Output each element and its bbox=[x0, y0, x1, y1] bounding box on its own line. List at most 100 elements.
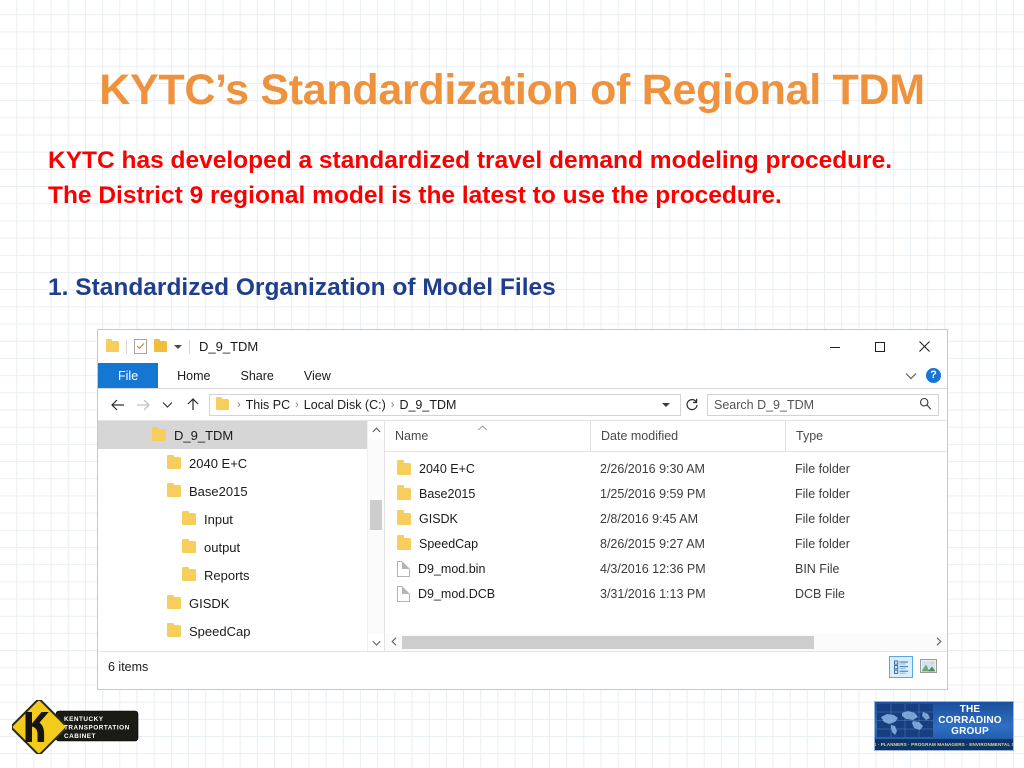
window-title: D_9_TDM bbox=[199, 339, 259, 354]
table-row[interactable]: Base2015 1/25/2016 9:59 PM File folder bbox=[385, 481, 947, 506]
properties-icon[interactable] bbox=[134, 339, 147, 354]
tree-item-label: 2040 E+C bbox=[189, 455, 248, 471]
breadcrumb-current-folder[interactable]: D_9_TDM bbox=[399, 398, 456, 412]
item-count-label: 6 items bbox=[108, 659, 149, 674]
file-name-cell: D9_mod.DCB bbox=[385, 585, 590, 602]
page-title: KYTC’s Standardization of Regional TDM bbox=[99, 66, 925, 114]
kytc-logo: KENTUCKY TRANSPORTATION CABINET bbox=[10, 698, 140, 756]
file-name-label: D9_mod.DCB bbox=[418, 586, 496, 601]
tree-item-label: Input bbox=[204, 511, 233, 527]
chevron-down-icon[interactable] bbox=[174, 344, 182, 349]
minimize-button[interactable] bbox=[812, 330, 857, 363]
scroll-right-icon[interactable] bbox=[930, 637, 947, 648]
back-button[interactable] bbox=[106, 393, 129, 416]
folder-icon bbox=[397, 460, 411, 475]
expand-ribbon-chevron-icon[interactable] bbox=[905, 369, 917, 383]
tree-item-label: D_9_TDM bbox=[174, 427, 234, 443]
file-date-cell: 2/8/2016 9:45 AM bbox=[600, 511, 698, 526]
file-date-cell: 2/26/2016 9:30 AM bbox=[600, 461, 705, 476]
address-bar[interactable]: › This PC › Local Disk (C:) › D_9_TDM bbox=[209, 393, 681, 416]
tree-item-gisdk[interactable]: GISDK bbox=[98, 589, 384, 617]
file-name-cell: SpeedCap bbox=[385, 535, 590, 551]
close-button[interactable] bbox=[902, 330, 947, 363]
tab-share[interactable]: Share bbox=[226, 363, 289, 388]
table-row[interactable]: D9_mod.DCB 3/31/2016 1:13 PM DCB File bbox=[385, 581, 947, 606]
kytc-line3: CABINET bbox=[64, 733, 96, 740]
tree-item-label: SpeedCap bbox=[189, 623, 251, 639]
toolbar-divider bbox=[126, 339, 127, 354]
sort-ascending-icon bbox=[477, 423, 488, 433]
up-button[interactable] bbox=[181, 393, 204, 416]
tree-item-reports[interactable]: Reports bbox=[98, 561, 384, 589]
table-row[interactable]: SpeedCap 8/26/2015 9:27 AM File folder bbox=[385, 531, 947, 556]
table-row[interactable]: GISDK 2/8/2016 9:45 AM File folder bbox=[385, 506, 947, 531]
scroll-left-icon[interactable] bbox=[385, 637, 402, 648]
body-paragraph: KYTC has developed a standardized travel… bbox=[48, 147, 893, 209]
column-header-type[interactable]: Type bbox=[785, 421, 947, 451]
folder-icon bbox=[397, 535, 411, 550]
tab-file[interactable]: File bbox=[98, 363, 159, 388]
forward-button[interactable] bbox=[131, 393, 154, 416]
file-name-cell: GISDK bbox=[385, 510, 590, 526]
corradino-wordmark: THE CORRADINO GROUP bbox=[931, 704, 1009, 737]
help-icon[interactable]: ? bbox=[926, 368, 941, 383]
tree-item-label: output bbox=[204, 539, 241, 555]
details-view-button[interactable] bbox=[889, 656, 913, 678]
breadcrumb-local-disk[interactable]: Local Disk (C:) bbox=[304, 398, 386, 412]
file-type-cell: File folder bbox=[795, 511, 850, 526]
file-type-cell: File folder bbox=[795, 486, 850, 501]
view-mode-buttons bbox=[889, 656, 939, 678]
folder-icon bbox=[167, 482, 181, 497]
column-header-name[interactable]: Name bbox=[385, 421, 590, 451]
ribbon-right-controls: ? bbox=[905, 363, 941, 388]
tree-item-base2015[interactable]: Base2015 bbox=[98, 477, 384, 505]
scrollbar-track[interactable] bbox=[368, 438, 384, 634]
file-list-horizontal-scrollbar[interactable] bbox=[385, 634, 947, 651]
breadcrumb[interactable]: › This PC › Local Disk (C:) › D_9_TDM bbox=[235, 398, 662, 412]
search-icon[interactable] bbox=[919, 397, 932, 413]
address-dropdown-icon[interactable] bbox=[662, 402, 670, 407]
tree-item-2040-ec[interactable]: 2040 E+C bbox=[98, 449, 384, 477]
tab-view[interactable]: View bbox=[289, 363, 346, 388]
search-input[interactable]: Search D_9_TDM bbox=[707, 393, 939, 416]
file-icon bbox=[397, 560, 410, 577]
tree-item-input[interactable]: Input bbox=[98, 505, 384, 533]
status-bar: 6 items bbox=[98, 651, 947, 681]
scrollbar-thumb[interactable] bbox=[402, 636, 814, 649]
file-list-pane: Name Date modified Type 2040 E+C 2/26/20… bbox=[384, 421, 947, 651]
corradino-tagline: ENGINEERS · PLANNERS · PROGRAM MANAGERS … bbox=[875, 739, 1013, 750]
column-headers: Name Date modified Type bbox=[385, 421, 947, 452]
folder-icon bbox=[152, 426, 166, 441]
scroll-down-icon[interactable] bbox=[368, 634, 384, 651]
tree-item-speedcap[interactable]: SpeedCap bbox=[98, 617, 384, 645]
new-folder-icon[interactable] bbox=[154, 338, 167, 352]
tree-item-d9tdm[interactable]: D_9_TDM bbox=[98, 421, 384, 449]
navigation-pane-scrollbar[interactable] bbox=[367, 421, 384, 651]
file-type-cell: DCB File bbox=[795, 586, 846, 601]
folder-icon bbox=[397, 485, 411, 500]
kytc-line2: TRANSPORTATION bbox=[64, 725, 130, 732]
folder-icon bbox=[397, 510, 411, 525]
breadcrumb-this-pc[interactable]: This PC bbox=[246, 398, 290, 412]
table-row[interactable]: D9_mod.bin 4/3/2016 12:36 PM BIN File bbox=[385, 556, 947, 581]
scrollbar-thumb[interactable] bbox=[370, 500, 382, 530]
column-header-label: Name bbox=[395, 429, 429, 443]
table-row[interactable]: 2040 E+C 2/26/2016 9:30 AM File folder bbox=[385, 456, 947, 481]
quick-access-toolbar[interactable] bbox=[106, 338, 190, 354]
column-header-date-modified[interactable]: Date modified bbox=[590, 421, 785, 451]
ribbon-tabs: File Home Share View ? bbox=[98, 363, 947, 389]
tree-item-output[interactable]: output bbox=[98, 533, 384, 561]
tab-home[interactable]: Home bbox=[162, 363, 225, 388]
scroll-up-icon[interactable] bbox=[368, 421, 384, 438]
search-placeholder: Search D_9_TDM bbox=[714, 397, 815, 412]
section-heading: 1. Standardized Organization of Model Fi… bbox=[48, 274, 556, 301]
file-name-label: 2040 E+C bbox=[419, 461, 475, 476]
recent-locations-chevron-icon[interactable] bbox=[156, 393, 179, 416]
refresh-button[interactable] bbox=[683, 398, 701, 412]
tree-item-label: Base2015 bbox=[189, 483, 248, 499]
file-type-cell: File folder bbox=[795, 536, 850, 551]
maximize-button[interactable] bbox=[857, 330, 902, 363]
file-name-label: Base2015 bbox=[419, 486, 476, 501]
scrollbar-track[interactable] bbox=[402, 634, 930, 651]
large-icons-view-button[interactable] bbox=[917, 656, 939, 676]
